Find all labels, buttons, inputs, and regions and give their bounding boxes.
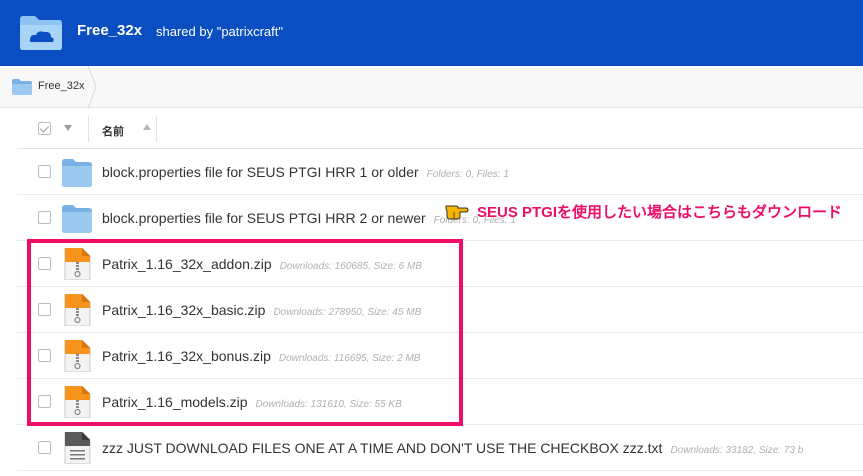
breadcrumb: Free_32x (0, 66, 863, 108)
file-link[interactable]: zzz JUST DOWNLOAD FILES ONE AT A TIME AN… (102, 440, 803, 456)
header-bar: Free_32x shared by "patrixcraft" (0, 0, 863, 66)
folder-icon (62, 159, 92, 187)
row-checkbox[interactable] (38, 441, 51, 454)
chevron-down-icon[interactable] (64, 125, 72, 131)
breadcrumb-item-root[interactable]: Free_32x (0, 66, 97, 108)
pointing-hand-icon (445, 205, 469, 220)
text-file-icon (64, 432, 91, 464)
folder-icon (12, 79, 32, 95)
file-name[interactable]: zzz JUST DOWNLOAD FILES ONE AT A TIME AN… (102, 440, 662, 456)
row-checkbox[interactable] (38, 211, 51, 224)
annotation-text: SEUS PTGIを使用したい場合はこちらもダウンロード (477, 204, 843, 221)
breadcrumb-label: Free_32x (38, 80, 85, 92)
list-item[interactable]: zzz JUST DOWNLOAD FILES ONE AT A TIME AN… (17, 425, 863, 471)
breadcrumb-separator (87, 66, 97, 108)
column-divider (88, 116, 89, 142)
folder-icon (62, 205, 92, 233)
column-header: 名前 (17, 108, 863, 149)
column-divider (156, 116, 157, 142)
sort-ascending-icon[interactable] (143, 124, 151, 130)
name-column-header[interactable]: 名前 (102, 123, 124, 139)
file-link[interactable]: block.properties file for SEUS PTGI HRR … (102, 164, 509, 180)
highlight-box (27, 239, 463, 426)
file-meta: Downloads: 33182, Size: 73 b (670, 445, 804, 456)
list-item[interactable]: block.properties file for SEUS PTGI HRR … (17, 149, 863, 195)
folder-title: Free_32x (77, 22, 143, 39)
cloud-folder-icon (20, 16, 62, 50)
file-name[interactable]: block.properties file for SEUS PTGI HRR … (102, 210, 426, 226)
file-name[interactable]: block.properties file for SEUS PTGI HRR … (102, 164, 419, 180)
file-meta: Folders: 0, Files: 1 (426, 169, 509, 180)
row-checkbox[interactable] (38, 165, 51, 178)
shared-by-text: shared by "patrixcraft" (156, 24, 284, 39)
select-all-checkbox[interactable] (38, 122, 51, 135)
